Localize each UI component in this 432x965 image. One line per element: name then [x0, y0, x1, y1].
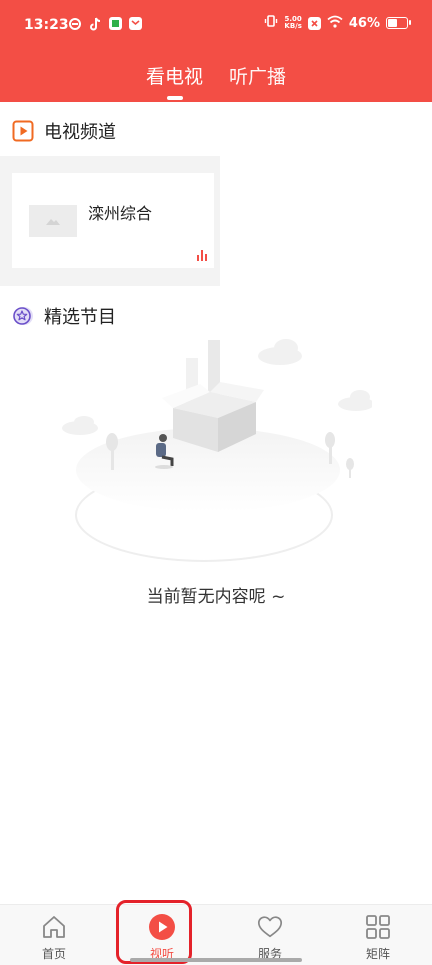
no-sim-icon [307, 16, 321, 30]
bottom-nav: 首页 视听 服务 矩阵 [0, 904, 432, 965]
audio-bars-icon [197, 250, 207, 261]
battery-fill [388, 19, 398, 27]
status-time: 13:23 [24, 17, 69, 33]
vibrate-icon [264, 14, 278, 32]
tv-section-title: 电视频道 [44, 122, 116, 143]
nav-home[interactable]: 首页 [0, 905, 108, 965]
featured-section-header: 精选节目 [12, 303, 116, 329]
active-tab-indicator [167, 96, 183, 100]
nav-matrix[interactable]: 矩阵 [324, 905, 432, 965]
battery-percent: 46% [348, 15, 380, 31]
channel-list: 滦州综合 [0, 156, 220, 286]
status-bar: 13:23 5.00 KB/s 46% [0, 0, 432, 50]
nav-services[interactable]: 服务 [216, 905, 324, 965]
tv-section-header: 电视频道 [12, 118, 116, 144]
app-notification-icon [68, 17, 82, 35]
play-icon [148, 913, 176, 941]
mail-icon [129, 17, 142, 30]
status-right: 5.00 KB/s 46% [264, 14, 411, 32]
battery-icon [386, 17, 411, 29]
notification-icons [68, 17, 142, 35]
app-store-icon [109, 17, 122, 30]
grid-icon [364, 913, 392, 941]
tab-listen-radio[interactable]: 听广播 [229, 62, 286, 89]
empty-state-message: 当前暂无内容呢 ~ [146, 587, 286, 607]
nav-home-label: 首页 [41, 947, 66, 961]
tv-play-icon [12, 120, 34, 142]
tab-watch-tv[interactable]: 看电视 [146, 62, 203, 89]
heart-icon [256, 913, 284, 941]
star-badge-icon [12, 305, 34, 327]
channel-card[interactable]: 滦州综合 [12, 173, 214, 268]
tab-bar: 看电视 听广播 [0, 60, 432, 102]
net-speed-unit: KB/s [284, 22, 302, 30]
tiktok-icon [89, 17, 102, 35]
home-indicator[interactable] [130, 958, 302, 962]
nav-matrix-label: 矩阵 [365, 947, 390, 961]
channel-name: 滦州综合 [88, 204, 153, 223]
app-header: 13:23 5.00 KB/s 46% 看电视 听广播 [0, 0, 432, 102]
home-icon [40, 913, 68, 941]
wifi-icon [327, 15, 343, 32]
net-speed: 5.00 KB/s [284, 16, 301, 30]
empty-state-illustration [60, 330, 374, 570]
featured-section-title: 精选节目 [44, 307, 116, 328]
nav-video-audio[interactable]: 视听 [108, 905, 216, 965]
channel-thumbnail [29, 205, 77, 237]
